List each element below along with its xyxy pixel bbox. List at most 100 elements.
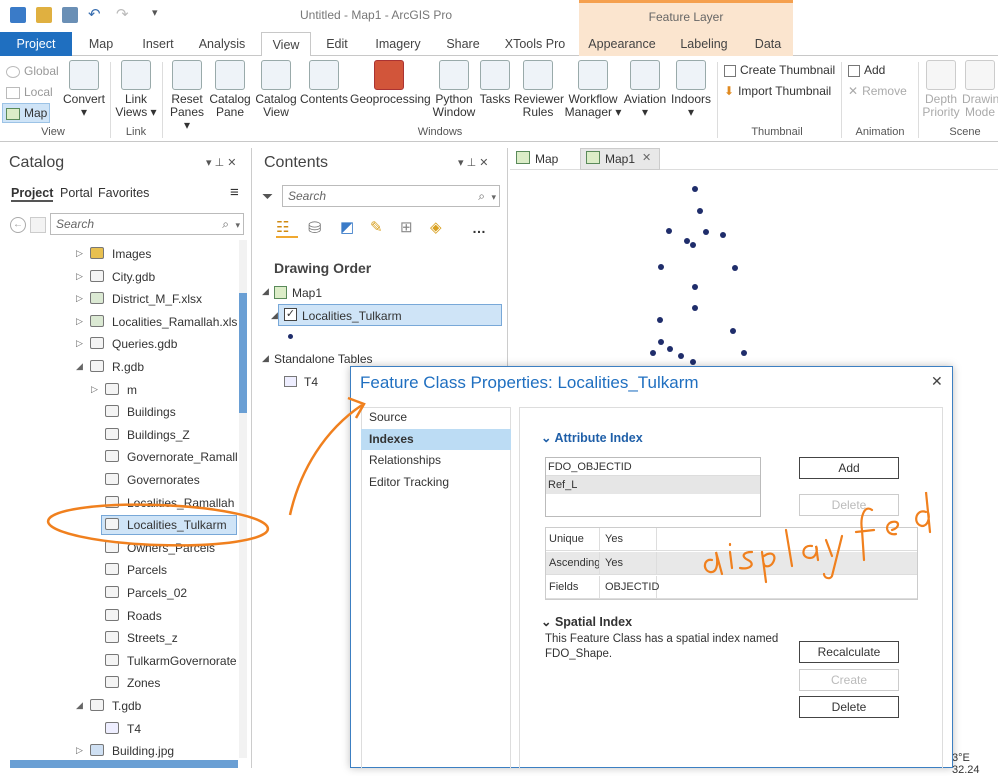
reset-panes-button[interactable]: Reset Panes ▾ xyxy=(166,60,208,132)
undo-icon[interactable]: ↶ xyxy=(88,5,101,23)
catalog-item[interactable]: Localities_Tulkarm xyxy=(127,518,227,532)
new-project-icon[interactable] xyxy=(10,7,26,23)
expand-icon[interactable]: ◢ xyxy=(76,361,83,372)
tab-imagery[interactable]: Imagery xyxy=(370,32,426,56)
catalog-item[interactable]: T4 xyxy=(127,722,141,736)
tab-view[interactable]: View xyxy=(261,32,311,57)
drawing-mode-button[interactable]: Drawin Mode xyxy=(962,60,998,119)
point-feature[interactable] xyxy=(720,232,726,238)
more-icon[interactable]: … xyxy=(472,220,486,236)
expand-icon[interactable]: ◢ xyxy=(271,310,278,321)
catalog-item[interactable]: Localities_Ramallah xyxy=(127,496,234,510)
catalog-scrollbar-thumb[interactable] xyxy=(239,293,247,413)
map-button[interactable]: Map xyxy=(2,103,50,123)
global-button[interactable]: Global xyxy=(6,64,59,78)
link-views-button[interactable]: Link Views ▾ xyxy=(114,60,158,119)
search-icon[interactable]: ⌕ xyxy=(222,214,229,234)
catalog-tab-portal[interactable]: Portal xyxy=(60,186,93,200)
catalog-item[interactable]: District_M_F.xlsx xyxy=(112,292,202,306)
dialog-nav-item[interactable]: Source xyxy=(361,407,511,428)
back-icon[interactable]: ← xyxy=(10,217,26,233)
search-icon[interactable]: ⌕ xyxy=(478,186,485,206)
catalog-item[interactable]: Localities_Ramallah.xls xyxy=(112,315,237,329)
list-by-snapping-icon[interactable]: ⊞ xyxy=(400,218,413,236)
workflow-manager-button[interactable]: Workflow Manager ▾ xyxy=(564,60,622,119)
contents-search-input[interactable]: Search ⌕ ▾ xyxy=(282,185,500,207)
catalog-item[interactable]: T.gdb xyxy=(112,699,141,713)
python-window-button[interactable]: Python Window xyxy=(432,60,476,119)
tasks-button[interactable]: Tasks xyxy=(478,60,512,106)
list-by-labeling-icon[interactable]: ◈ xyxy=(430,218,442,236)
catalog-pane-button[interactable]: Catalog Pane xyxy=(208,60,252,119)
dialog-nav-item[interactable]: Editor Tracking xyxy=(361,472,511,493)
catalog-item[interactable]: Streets_z xyxy=(127,631,178,645)
expand-icon[interactable]: ▷ xyxy=(91,384,98,395)
index-list-item[interactable]: Ref_L xyxy=(546,476,760,494)
indoors-button[interactable]: Indoors ▾ xyxy=(668,60,714,119)
expand-icon[interactable]: ◢ xyxy=(262,286,269,297)
delete-index-button[interactable]: Delete xyxy=(799,494,899,516)
pane-options-icon[interactable]: ▾ ⊥ ✕ xyxy=(458,156,488,169)
point-feature[interactable] xyxy=(667,346,673,352)
point-feature[interactable] xyxy=(684,238,690,244)
catalog-item[interactable]: R.gdb xyxy=(112,360,144,374)
delete-spatial-index-button[interactable]: Delete xyxy=(799,696,899,718)
catalog-item[interactable]: Queries.gdb xyxy=(112,337,177,351)
catalog-hscrollbar[interactable] xyxy=(10,760,238,768)
layer-label[interactable]: Localities_Tulkarm xyxy=(302,309,402,323)
point-feature[interactable] xyxy=(692,186,698,192)
expand-icon[interactable]: ▷ xyxy=(76,293,83,304)
save-icon[interactable] xyxy=(62,7,78,23)
catalog-tab-project[interactable]: Project xyxy=(11,186,54,202)
filter-icon[interactable]: ⏷ xyxy=(262,188,273,205)
tab-xtools[interactable]: XTools Pro xyxy=(502,32,568,56)
point-feature[interactable] xyxy=(690,359,696,365)
close-icon[interactable]: ✕ xyxy=(931,373,943,390)
point-feature[interactable] xyxy=(730,328,736,334)
catalog-item[interactable]: Parcels_02 xyxy=(127,586,187,600)
chevron-down-icon[interactable]: ▾ xyxy=(235,215,240,235)
view-tab-map[interactable]: Map xyxy=(535,152,558,166)
catalog-item[interactable]: Building.jpg xyxy=(112,744,174,758)
list-by-selection-icon[interactable]: ◩ xyxy=(340,218,354,236)
catalog-item[interactable]: Images xyxy=(112,247,151,261)
expand-icon[interactable]: ▷ xyxy=(76,745,83,756)
point-feature[interactable] xyxy=(732,265,738,271)
point-feature[interactable] xyxy=(666,228,672,234)
create-spatial-index-button[interactable]: Create xyxy=(799,669,899,691)
tab-appearance[interactable]: Appearance xyxy=(579,32,665,56)
point-feature[interactable] xyxy=(657,317,663,323)
property-value[interactable]: OBJECTID xyxy=(599,576,659,599)
catalog-item[interactable]: Parcels xyxy=(127,563,167,577)
contents-button[interactable]: Contents xyxy=(300,60,348,106)
spatial-index-heading[interactable]: ⌄ Spatial Index xyxy=(541,614,632,629)
point-feature[interactable] xyxy=(658,339,664,345)
point-feature[interactable] xyxy=(650,350,656,356)
expand-icon[interactable]: ◢ xyxy=(76,700,83,711)
aviation-button[interactable]: Aviation ▾ xyxy=(622,60,668,119)
point-feature[interactable] xyxy=(692,305,698,311)
point-feature[interactable] xyxy=(658,264,664,270)
reviewer-rules-button[interactable]: Reviewer Rules xyxy=(514,60,564,119)
point-feature[interactable] xyxy=(678,353,684,359)
catalog-item[interactable]: m xyxy=(127,383,137,397)
expand-icon[interactable]: ▷ xyxy=(76,248,83,259)
expand-icon[interactable]: ◢ xyxy=(262,353,269,364)
list-by-editing-icon[interactable]: ✎ xyxy=(370,218,383,236)
catalog-view-button[interactable]: Catalog View xyxy=(254,60,298,119)
tab-edit[interactable]: Edit xyxy=(322,32,352,56)
pane-options-icon[interactable]: ▾ ⊥ ✕ xyxy=(206,156,236,169)
dialog-nav-item[interactable]: Indexes xyxy=(361,428,511,450)
local-button[interactable]: Local xyxy=(6,85,53,99)
add-index-button[interactable]: Add xyxy=(799,457,899,479)
tab-project[interactable]: Project xyxy=(0,32,72,56)
depth-priority-button[interactable]: Depth Priority xyxy=(920,60,962,119)
dialog-nav-item[interactable]: Relationships xyxy=(361,450,511,471)
tab-data[interactable]: Data xyxy=(743,32,793,56)
add-animation-button[interactable]: Add xyxy=(848,63,885,77)
property-value[interactable]: Yes xyxy=(599,552,657,575)
catalog-item[interactable]: City.gdb xyxy=(112,270,155,284)
tab-insert[interactable]: Insert xyxy=(136,32,180,56)
catalog-item[interactable]: Roads xyxy=(127,609,162,623)
catalog-item[interactable]: Buildings xyxy=(127,405,176,419)
